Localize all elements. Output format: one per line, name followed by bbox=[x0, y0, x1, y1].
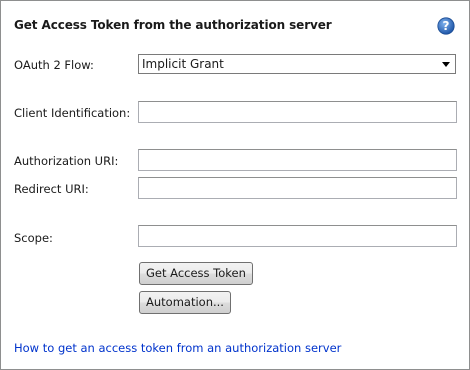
redirect-uri-field[interactable] bbox=[138, 177, 457, 199]
oauth-flow-label: OAuth 2 Flow: bbox=[14, 58, 94, 72]
redirect-uri-label: Redirect URI: bbox=[14, 182, 89, 196]
help-link[interactable]: How to get an access token from an autho… bbox=[14, 341, 341, 355]
oauth-flow-select[interactable]: Implicit Grant bbox=[138, 54, 456, 74]
client-identification-field[interactable] bbox=[138, 101, 457, 123]
get-access-token-button[interactable]: Get Access Token bbox=[139, 262, 253, 285]
help-icon[interactable]: ? bbox=[437, 17, 455, 35]
oauth-flow-value: Implicit Grant bbox=[142, 57, 224, 71]
client-identification-label: Client Identification: bbox=[14, 106, 131, 120]
chevron-down-icon[interactable] bbox=[442, 62, 450, 67]
scope-label: Scope: bbox=[14, 231, 53, 245]
oauth2-panel: Get Access Token from the authorization … bbox=[0, 0, 470, 370]
authorization-uri-field[interactable] bbox=[138, 149, 457, 171]
panel-title: Get Access Token from the authorization … bbox=[14, 18, 332, 32]
automation-button[interactable]: Automation... bbox=[139, 291, 231, 314]
authorization-uri-label: Authorization URI: bbox=[14, 154, 119, 168]
svg-text:?: ? bbox=[443, 19, 450, 33]
scope-field[interactable] bbox=[138, 225, 457, 247]
